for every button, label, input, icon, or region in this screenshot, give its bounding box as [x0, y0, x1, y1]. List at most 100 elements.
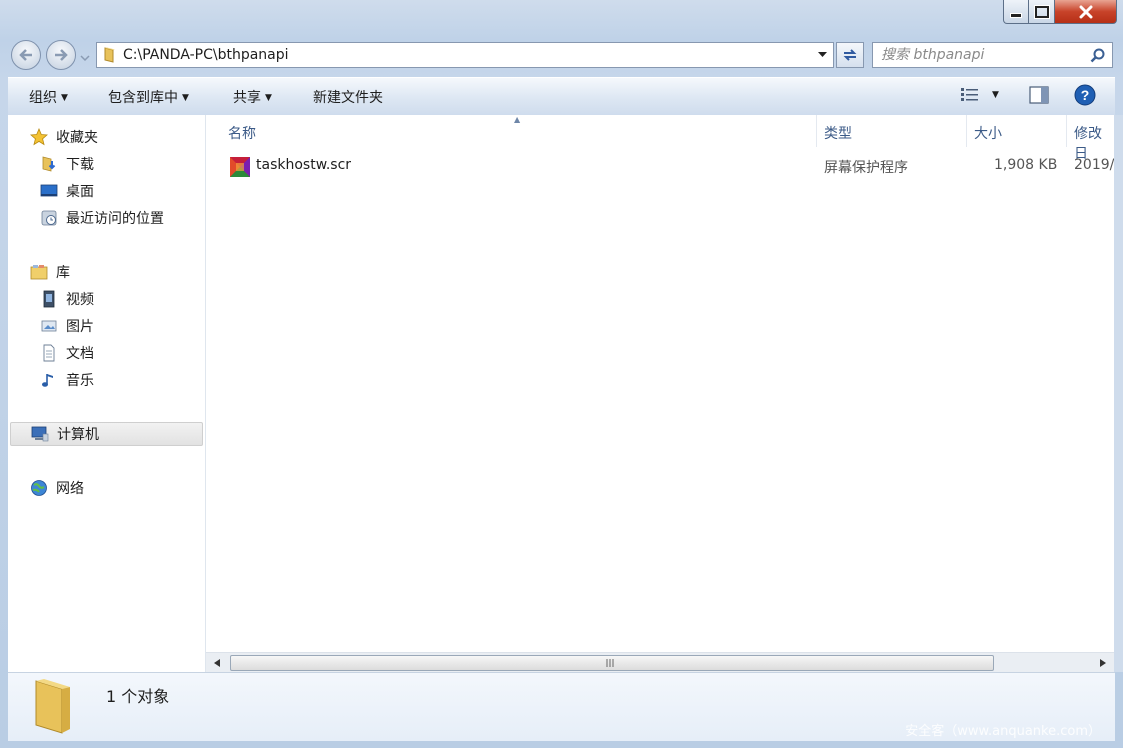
scroll-left-icon	[214, 659, 220, 667]
file-row[interactable]: taskhostw.scr 屏幕保护程序 1,908 KB 2019/	[222, 153, 1114, 179]
folder-large-icon	[35, 679, 70, 734]
back-arrow-icon	[19, 49, 32, 61]
details-view-icon	[961, 88, 978, 101]
column-size[interactable]: 大小	[974, 123, 1002, 143]
maximize-icon	[1034, 5, 1049, 18]
downloads-folder-icon	[40, 155, 58, 173]
new-folder-label: 新建文件夹	[313, 90, 383, 106]
include-library-menu[interactable]: 包含到库中 ▼	[108, 87, 189, 107]
column-type[interactable]: 类型	[824, 123, 852, 143]
column-divider[interactable]	[1066, 115, 1067, 147]
video-library-icon	[40, 290, 58, 308]
star-icon	[30, 128, 48, 146]
explorer-window: C:\PANDA-PC\bthpanapi 组织 ▼ 包含到库中 ▼ 共享 ▼ 新建文…	[0, 0, 1123, 748]
details-pane: 1 个对象 安全客（www.anquanke.com）	[8, 672, 1115, 741]
folder-icon	[104, 47, 115, 63]
nav-music-label: 音乐	[66, 373, 94, 389]
search-icon[interactable]	[1090, 48, 1105, 63]
nav-favorites[interactable]: 收藏夹	[30, 125, 98, 149]
file-modified: 2019/	[1074, 157, 1114, 173]
libraries-icon	[30, 263, 48, 281]
view-options-button[interactable]: ▼	[960, 87, 999, 103]
scroll-left-button[interactable]	[210, 656, 224, 670]
nav-network-label: 网络	[56, 481, 84, 497]
nav-documents-label: 文档	[66, 346, 94, 362]
column-header-row: ▲ 名称 类型 大小 修改日	[206, 115, 1114, 162]
nav-libraries-label: 库	[56, 265, 70, 281]
close-button[interactable]	[1055, 0, 1117, 24]
picture-library-icon	[40, 317, 58, 335]
chevron-down-icon: ▼	[265, 93, 272, 103]
chevron-down-icon: ▼	[992, 90, 999, 100]
column-divider[interactable]	[966, 115, 967, 147]
address-bar[interactable]: C:\PANDA-PC\bthpanapi	[96, 42, 834, 68]
nav-music[interactable]: 音乐	[40, 368, 94, 392]
recent-pages-button[interactable]	[80, 50, 90, 66]
new-folder-button[interactable]: 新建文件夹	[313, 87, 383, 107]
search-box[interactable]	[872, 42, 1113, 68]
file-size: 1,908 KB	[994, 157, 1058, 173]
preview-pane-button[interactable]	[1029, 86, 1049, 108]
network-globe-icon	[30, 479, 48, 497]
horizontal-scrollbar[interactable]	[206, 652, 1114, 672]
item-count: 1 个对象	[106, 687, 170, 706]
address-dropdown[interactable]	[813, 46, 831, 64]
nav-pictures[interactable]: 图片	[40, 314, 94, 338]
column-name[interactable]: 名称	[228, 123, 256, 143]
help-icon: ?	[1074, 84, 1096, 106]
nav-videos-label: 视频	[66, 292, 94, 308]
navigation-pane: 收藏夹 下载 桌面 最近访问的位置 库 视频 图片 文档 音乐 计算机 网络	[8, 115, 206, 672]
nav-videos[interactable]: 视频	[40, 287, 94, 311]
search-input[interactable]	[879, 46, 1088, 64]
nav-documents[interactable]: 文档	[40, 341, 94, 365]
preview-pane-icon	[1029, 86, 1049, 104]
nav-network[interactable]: 网络	[30, 476, 84, 500]
file-list: ▲ 名称 类型 大小 修改日 taskhostw.scr 屏幕保护程序 1,90…	[206, 115, 1114, 672]
back-button[interactable]	[11, 40, 41, 70]
nav-favorites-label: 收藏夹	[56, 130, 98, 146]
nav-computer[interactable]: 计算机	[10, 422, 203, 446]
file-name: taskhostw.scr	[256, 157, 352, 173]
desktop-icon	[40, 182, 58, 200]
maximize-button[interactable]	[1029, 0, 1055, 24]
forward-button[interactable]	[46, 40, 76, 70]
chevron-down-icon: ▼	[182, 93, 189, 103]
close-icon	[1079, 5, 1092, 18]
document-library-icon	[40, 344, 58, 362]
command-bar: 组织 ▼ 包含到库中 ▼ 共享 ▼ 新建文件夹 ▼ ?	[8, 77, 1115, 116]
recent-places-icon	[40, 209, 58, 227]
nav-downloads[interactable]: 下载	[40, 152, 94, 176]
nav-libraries[interactable]: 库	[30, 260, 70, 284]
nav-downloads-label: 下载	[66, 157, 94, 173]
refresh-button[interactable]	[836, 42, 864, 68]
chevron-down-icon: ▼	[61, 93, 68, 103]
nav-pictures-label: 图片	[66, 319, 94, 335]
svg-text:?: ?	[1081, 87, 1090, 103]
forward-arrow-icon	[55, 49, 68, 61]
nav-desktop[interactable]: 桌面	[40, 179, 94, 203]
nav-desktop-label: 桌面	[66, 184, 94, 200]
organize-menu[interactable]: 组织 ▼	[29, 87, 68, 107]
grip-icon	[606, 659, 614, 667]
nav-recent[interactable]: 最近访问的位置	[40, 206, 164, 230]
scroll-thumb[interactable]	[230, 655, 994, 671]
minimize-button[interactable]	[1003, 0, 1029, 24]
scroll-right-button[interactable]	[1096, 656, 1110, 670]
chevron-down-icon	[80, 55, 90, 62]
help-button[interactable]: ?	[1074, 84, 1096, 110]
scroll-right-icon	[1100, 659, 1106, 667]
organize-label: 组织	[29, 90, 57, 106]
address-path: C:\PANDA-PC\bthpanapi	[123, 47, 289, 63]
include-library-label: 包含到库中	[108, 90, 178, 106]
music-library-icon	[40, 371, 58, 389]
screensaver-file-icon	[230, 157, 250, 177]
minimize-icon	[1010, 13, 1022, 18]
sort-ascending-icon: ▲	[514, 115, 521, 124]
column-divider[interactable]	[816, 115, 817, 147]
share-menu[interactable]: 共享 ▼	[233, 87, 272, 107]
window-frame-right	[1114, 115, 1123, 672]
file-type: 屏幕保护程序	[824, 160, 908, 176]
dropdown-triangle-icon	[817, 52, 827, 57]
watermark: 安全客（www.anquanke.com）	[905, 724, 1101, 739]
share-label: 共享	[233, 90, 261, 106]
